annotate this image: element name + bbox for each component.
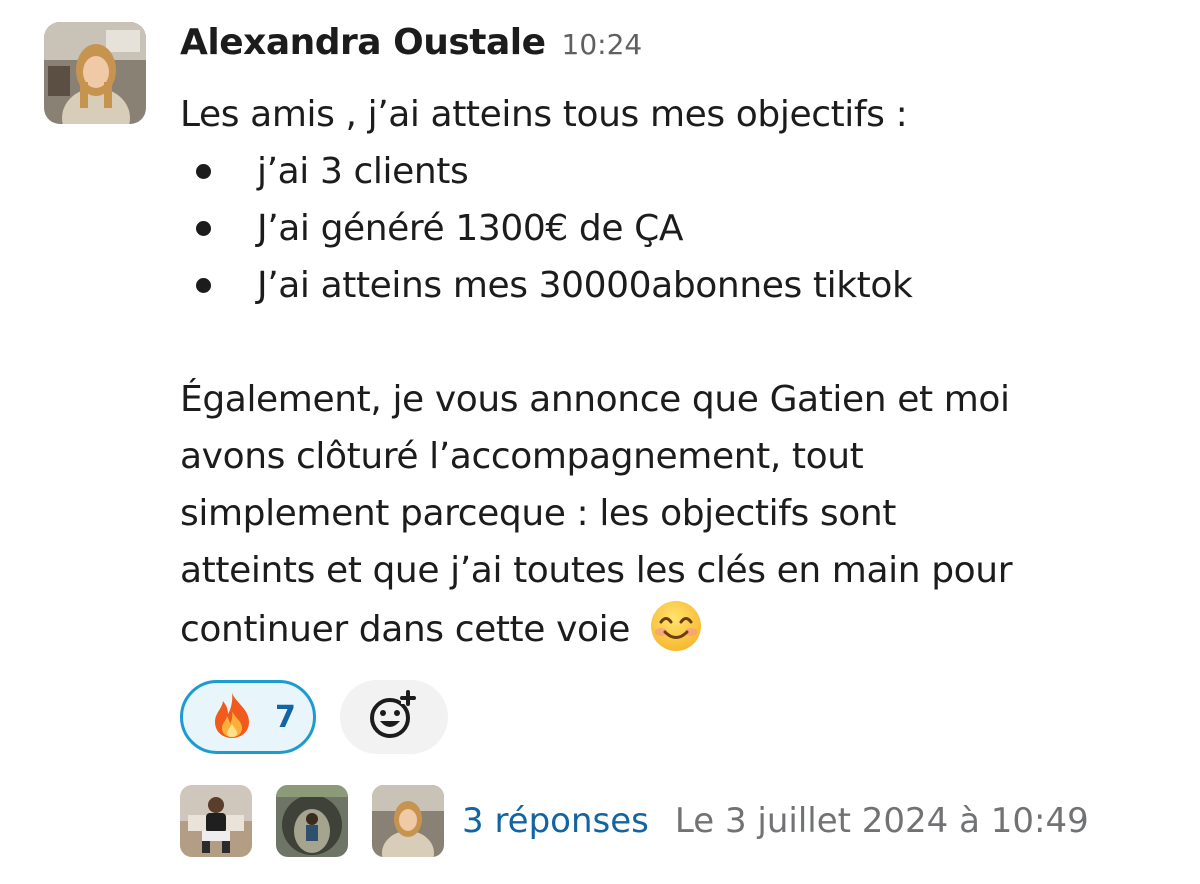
paragraph-line-text: continuer dans cette voie — [180, 609, 630, 650]
bullet-text: J’ai atteins mes 30000abonnes tiktok — [257, 265, 913, 306]
add-reaction-icon — [366, 690, 422, 744]
bullet-dot — [196, 164, 211, 179]
fire-emoji-icon — [209, 691, 255, 743]
message-body: Les amis , j’ai atteins tous mes objecti… — [180, 86, 1170, 656]
bullet-item: J’ai atteins mes 30000abonnes tiktok — [180, 257, 1170, 314]
paragraph-line: simplement parceque : les objectifs sont — [180, 493, 896, 534]
message-header: Alexandra Oustale 10:24 — [180, 22, 642, 74]
reply-count-link[interactable]: 3 réponses — [462, 801, 649, 841]
message-intro: Les amis , j’ai atteins tous mes objecti… — [180, 94, 908, 135]
replier-avatar[interactable] — [372, 785, 444, 857]
bullet-text: j’ai 3 clients — [257, 151, 469, 192]
fire-reaction-count: 7 — [275, 699, 296, 735]
bullet-dot — [196, 221, 211, 236]
bullet-dot — [196, 278, 211, 293]
bullet-list: j’ai 3 clients J’ai généré 1300€ de ÇA J… — [180, 143, 1170, 314]
bullet-text: J’ai généré 1300€ de ÇA — [257, 208, 684, 249]
message-timestamp[interactable]: 10:24 — [562, 28, 643, 61]
bullet-item: j’ai 3 clients — [180, 143, 1170, 200]
fire-reaction-button[interactable]: 7 — [180, 680, 316, 754]
replier-avatar[interactable] — [276, 785, 348, 857]
paragraph-line: Également, je vous annonce que Gatien et… — [180, 379, 1010, 420]
author-name[interactable]: Alexandra Oustale — [180, 22, 546, 63]
replier-avatar[interactable] — [180, 785, 252, 857]
reactions-bar: 7 — [180, 680, 448, 754]
smiling-face-emoji-icon — [649, 599, 703, 653]
last-reply-timestamp: Le 3 juillet 2024 à 10:49 — [674, 801, 1089, 841]
paragraph-line: atteints et que j’ai toutes les clés en … — [180, 550, 1013, 591]
paragraph-last-line: continuer dans cette voie — [180, 599, 1170, 656]
add-reaction-button[interactable] — [340, 680, 448, 754]
bullet-item: J’ai généré 1300€ de ÇA — [180, 200, 1170, 257]
author-avatar[interactable] — [44, 22, 146, 124]
thread-summary[interactable]: 3 réponses Le 3 juillet 2024 à 10:49 — [180, 785, 1089, 857]
paragraph-line: avons clôturé l’accompagnement, tout — [180, 436, 864, 477]
